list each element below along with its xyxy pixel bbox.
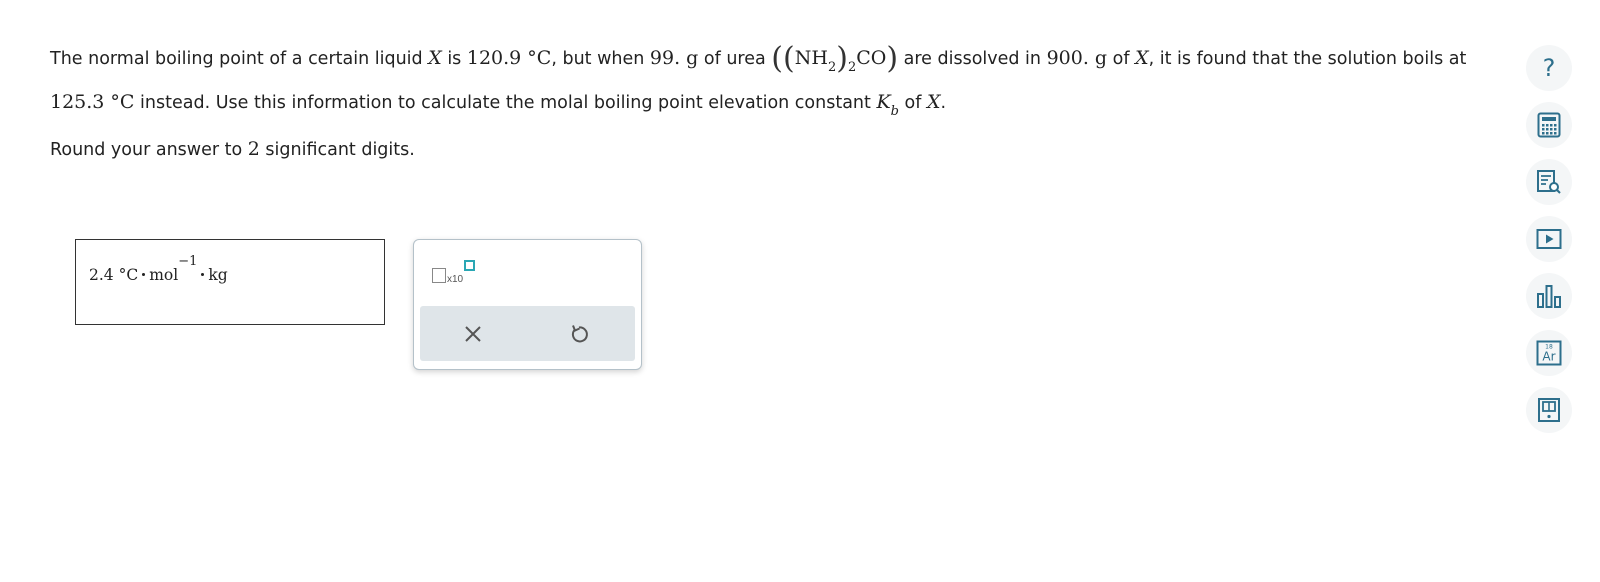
answer-value: 2.4	[89, 266, 114, 284]
action-bar	[420, 306, 635, 361]
data-button[interactable]	[1526, 273, 1572, 319]
periodic-table-button[interactable]: 18 Ar	[1526, 330, 1572, 376]
scientific-notation-button[interactable]: x10	[432, 260, 478, 290]
rounding-instruction: Round your answer to 2 significant digit…	[50, 138, 415, 160]
periodic-table-icon: 18Ar	[1536, 340, 1562, 366]
question-text-part: is	[441, 49, 467, 69]
book-button[interactable]	[1526, 387, 1572, 433]
question-text: The normal boiling point of a certain li…	[50, 36, 1490, 124]
exponent-box-icon	[464, 260, 475, 271]
reference-button[interactable]	[1526, 159, 1572, 205]
unit-exponent: −1	[178, 254, 198, 269]
math-tool-panel: x10	[413, 239, 642, 370]
unit-celsius: °C	[118, 266, 139, 284]
ebook-icon	[1538, 398, 1560, 422]
question-text-part: , it is found that the solution boils at	[1148, 49, 1467, 69]
multiply-dot	[201, 273, 205, 276]
unit-mol: mol	[149, 266, 179, 284]
unit-kg: kg	[208, 266, 228, 284]
variable-x: X	[1135, 47, 1149, 69]
question-text-part: are dissolved in	[898, 49, 1047, 69]
undo-icon	[571, 325, 588, 343]
question-mark-icon: ?	[1542, 54, 1556, 82]
clear-button[interactable]	[459, 320, 487, 348]
calculator-icon	[1537, 112, 1561, 138]
question-text-part: instead. Use this information to calcula…	[134, 93, 877, 113]
question-text-part: of	[898, 93, 927, 113]
solution-boiling-point: 125.3 °C	[50, 91, 135, 113]
video-button[interactable]	[1526, 216, 1572, 262]
multiply-dot	[142, 273, 146, 276]
calculator-button[interactable]	[1526, 102, 1572, 148]
solvent-mass: 900. g	[1046, 47, 1108, 69]
question-line-2: 125.3 °C instead. Use this information t…	[50, 80, 1490, 124]
solute-mass: 99. g	[649, 47, 699, 69]
question-text-part: of urea	[698, 49, 772, 69]
question-text-part: of	[1107, 49, 1136, 69]
question-text-part: The normal boiling point of a certain li…	[50, 49, 429, 69]
answer-input[interactable]: 2.4 °C mol−1 kg	[75, 239, 385, 325]
urea-formula: ((NH2)2CO)	[771, 41, 899, 76]
constant-k-subscript: b	[890, 104, 899, 119]
normal-boiling-point: 120.9 °C	[466, 47, 552, 69]
periodic-symbol-text: Ar	[1542, 350, 1555, 364]
answer-expression: 2.4 °C mol−1 kg	[89, 254, 228, 284]
close-icon	[465, 326, 481, 342]
bar-chart-icon	[1537, 285, 1561, 308]
question-line-1: The normal boiling point of a certain li…	[50, 36, 1490, 80]
question-text-part: .	[940, 93, 947, 113]
mantissa-box-icon	[432, 268, 446, 283]
question-text-part: , but when	[551, 49, 650, 69]
document-search-icon	[1537, 170, 1561, 194]
constant-k: K	[876, 91, 891, 113]
undo-button[interactable]	[565, 320, 593, 348]
help-button[interactable]: ?	[1526, 45, 1572, 91]
play-video-icon	[1536, 229, 1562, 249]
variable-x: X	[926, 91, 941, 113]
significant-digits-count: 2	[247, 138, 260, 160]
x10-label: x10	[447, 274, 464, 285]
variable-x: X	[428, 47, 442, 69]
